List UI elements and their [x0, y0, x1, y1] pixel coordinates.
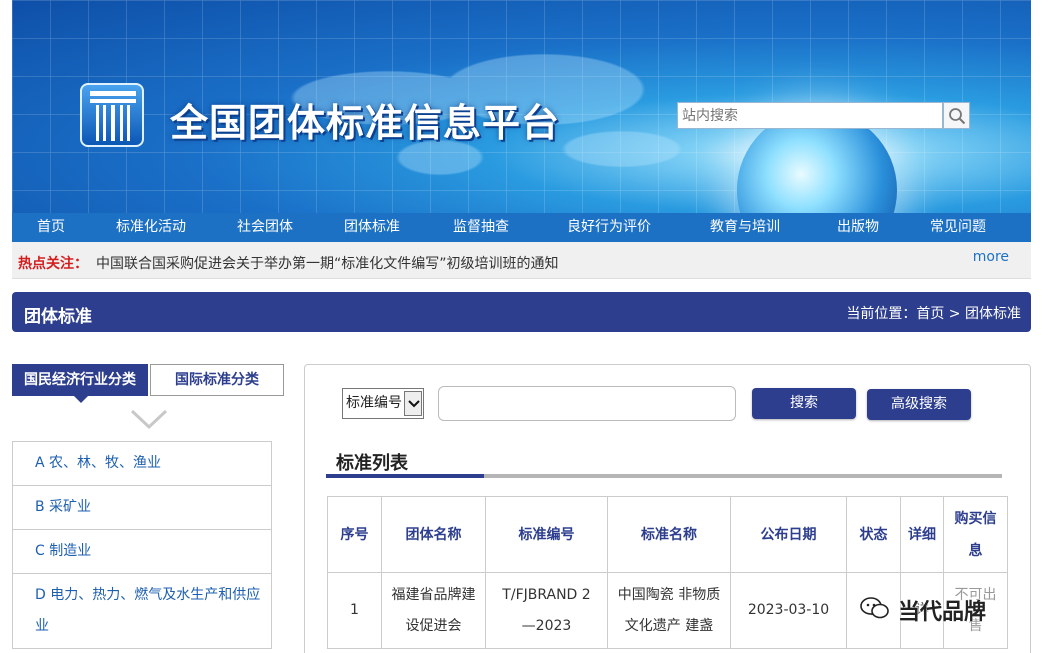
active-tab-pointer — [74, 396, 88, 403]
advanced-search-button[interactable]: 高级搜索 — [867, 389, 971, 420]
wechat-icon — [860, 597, 889, 619]
site-search-input[interactable] — [677, 102, 943, 129]
cell-standard-number: T/FJBRAND 2—2023 — [485, 572, 608, 649]
hot-topics-label: 热点关注： — [18, 256, 88, 272]
site-search-button[interactable] — [943, 102, 970, 129]
search-icon — [949, 108, 966, 125]
search-button[interactable]: 搜索 — [752, 388, 856, 419]
section-title: 团体标准 — [24, 307, 92, 327]
breadcrumb: 当前位置：首页 > 团体标准 — [846, 306, 1021, 322]
nav-item-home[interactable]: 首页 — [12, 213, 90, 242]
col-header-publish-date: 公布日期 — [730, 496, 847, 573]
col-header-standard-number: 标准编号 — [485, 496, 608, 573]
col-header-purchase: 购买信息 — [943, 496, 1008, 573]
tab-industry-classification[interactable]: 国民经济行业分类 — [12, 364, 148, 396]
cell-publish-date: 2023-03-10 — [730, 572, 847, 649]
nav-item-evaluation[interactable]: 良好行为评价 — [536, 213, 682, 242]
nav-item-faq[interactable]: 常见问题 — [908, 213, 1008, 242]
col-header-index: 序号 — [327, 496, 382, 573]
keyword-input[interactable] — [438, 386, 736, 421]
col-header-standard-name: 标准名称 — [607, 496, 731, 573]
select-dropdown-button[interactable] — [404, 391, 422, 416]
hot-topics-bar: 热点关注： 中国联合国采购促进会关于举办第一期“标准化文件编写”初级培训班的通知… — [12, 242, 1031, 279]
list-title-underline — [326, 474, 484, 478]
list-title-rule — [484, 474, 1002, 478]
table-header-row: 序号 团体名称 标准编号 标准名称 公布日期 状态 详细 购买信息 — [327, 496, 1008, 573]
cell-standard-name[interactable]: 中国陶瓷 非物质文化遗产 建盏 — [607, 572, 731, 649]
main-nav: 首页 标准化活动 社会团体 团体标准 监督抽查 良好行为评价 教育与培训 出版物… — [12, 213, 1031, 242]
nav-item-inspection[interactable]: 监督抽查 — [426, 213, 536, 242]
col-header-organization: 团体名称 — [381, 496, 486, 573]
chevron-down-icon[interactable] — [130, 408, 168, 430]
chevron-down-icon — [408, 400, 420, 408]
category-item-d[interactable]: D 电力、热力、燃气及水生产和供应业 — [12, 574, 272, 649]
hot-topic-link[interactable]: 中国联合国采购促进会关于举办第一期“标准化文件编写”初级培训班的通知 — [96, 253, 559, 273]
watermark-text: 当代品牌 — [898, 600, 987, 625]
list-title: 标准列表 — [336, 453, 408, 474]
standards-table: 序号 团体名称 标准编号 标准名称 公布日期 状态 详细 购买信息 1 福建省品… — [327, 496, 1008, 649]
cell-organization: 福建省品牌建设促进会 — [381, 572, 486, 649]
section-header: 团体标准 当前位置：首页 > 团体标准 — [12, 292, 1031, 332]
nav-item-organizations[interactable]: 社会团体 — [212, 213, 318, 242]
nav-item-publications[interactable]: 出版物 — [808, 213, 908, 242]
site-logo[interactable] — [80, 83, 144, 147]
col-header-status: 状态 — [846, 496, 901, 573]
watermark: 当代品牌 — [852, 590, 1022, 626]
col-header-detail: 详细 — [900, 496, 944, 573]
category-item-a[interactable]: A 农、林、牧、渔业 — [12, 442, 272, 486]
site-search — [677, 102, 970, 129]
logo-mark-icon — [90, 91, 136, 141]
site-title: 全国团体标准信息平台 — [170, 101, 561, 145]
more-link[interactable]: more — [973, 249, 1009, 265]
cell-index: 1 — [327, 572, 382, 649]
category-item-c[interactable]: C 制造业 — [12, 530, 272, 574]
tab-international-classification[interactable]: 国际标准分类 — [150, 364, 284, 396]
nav-item-group-standards[interactable]: 团体标准 — [318, 213, 426, 242]
nav-item-training[interactable]: 教育与培训 — [682, 213, 808, 242]
category-item-b[interactable]: B 采矿业 — [12, 486, 272, 530]
nav-item-standardization[interactable]: 标准化活动 — [90, 213, 212, 242]
category-list: A 农、林、牧、渔业 B 采矿业 C 制造业 D 电力、热力、燃气及水生产和供应… — [12, 441, 272, 649]
